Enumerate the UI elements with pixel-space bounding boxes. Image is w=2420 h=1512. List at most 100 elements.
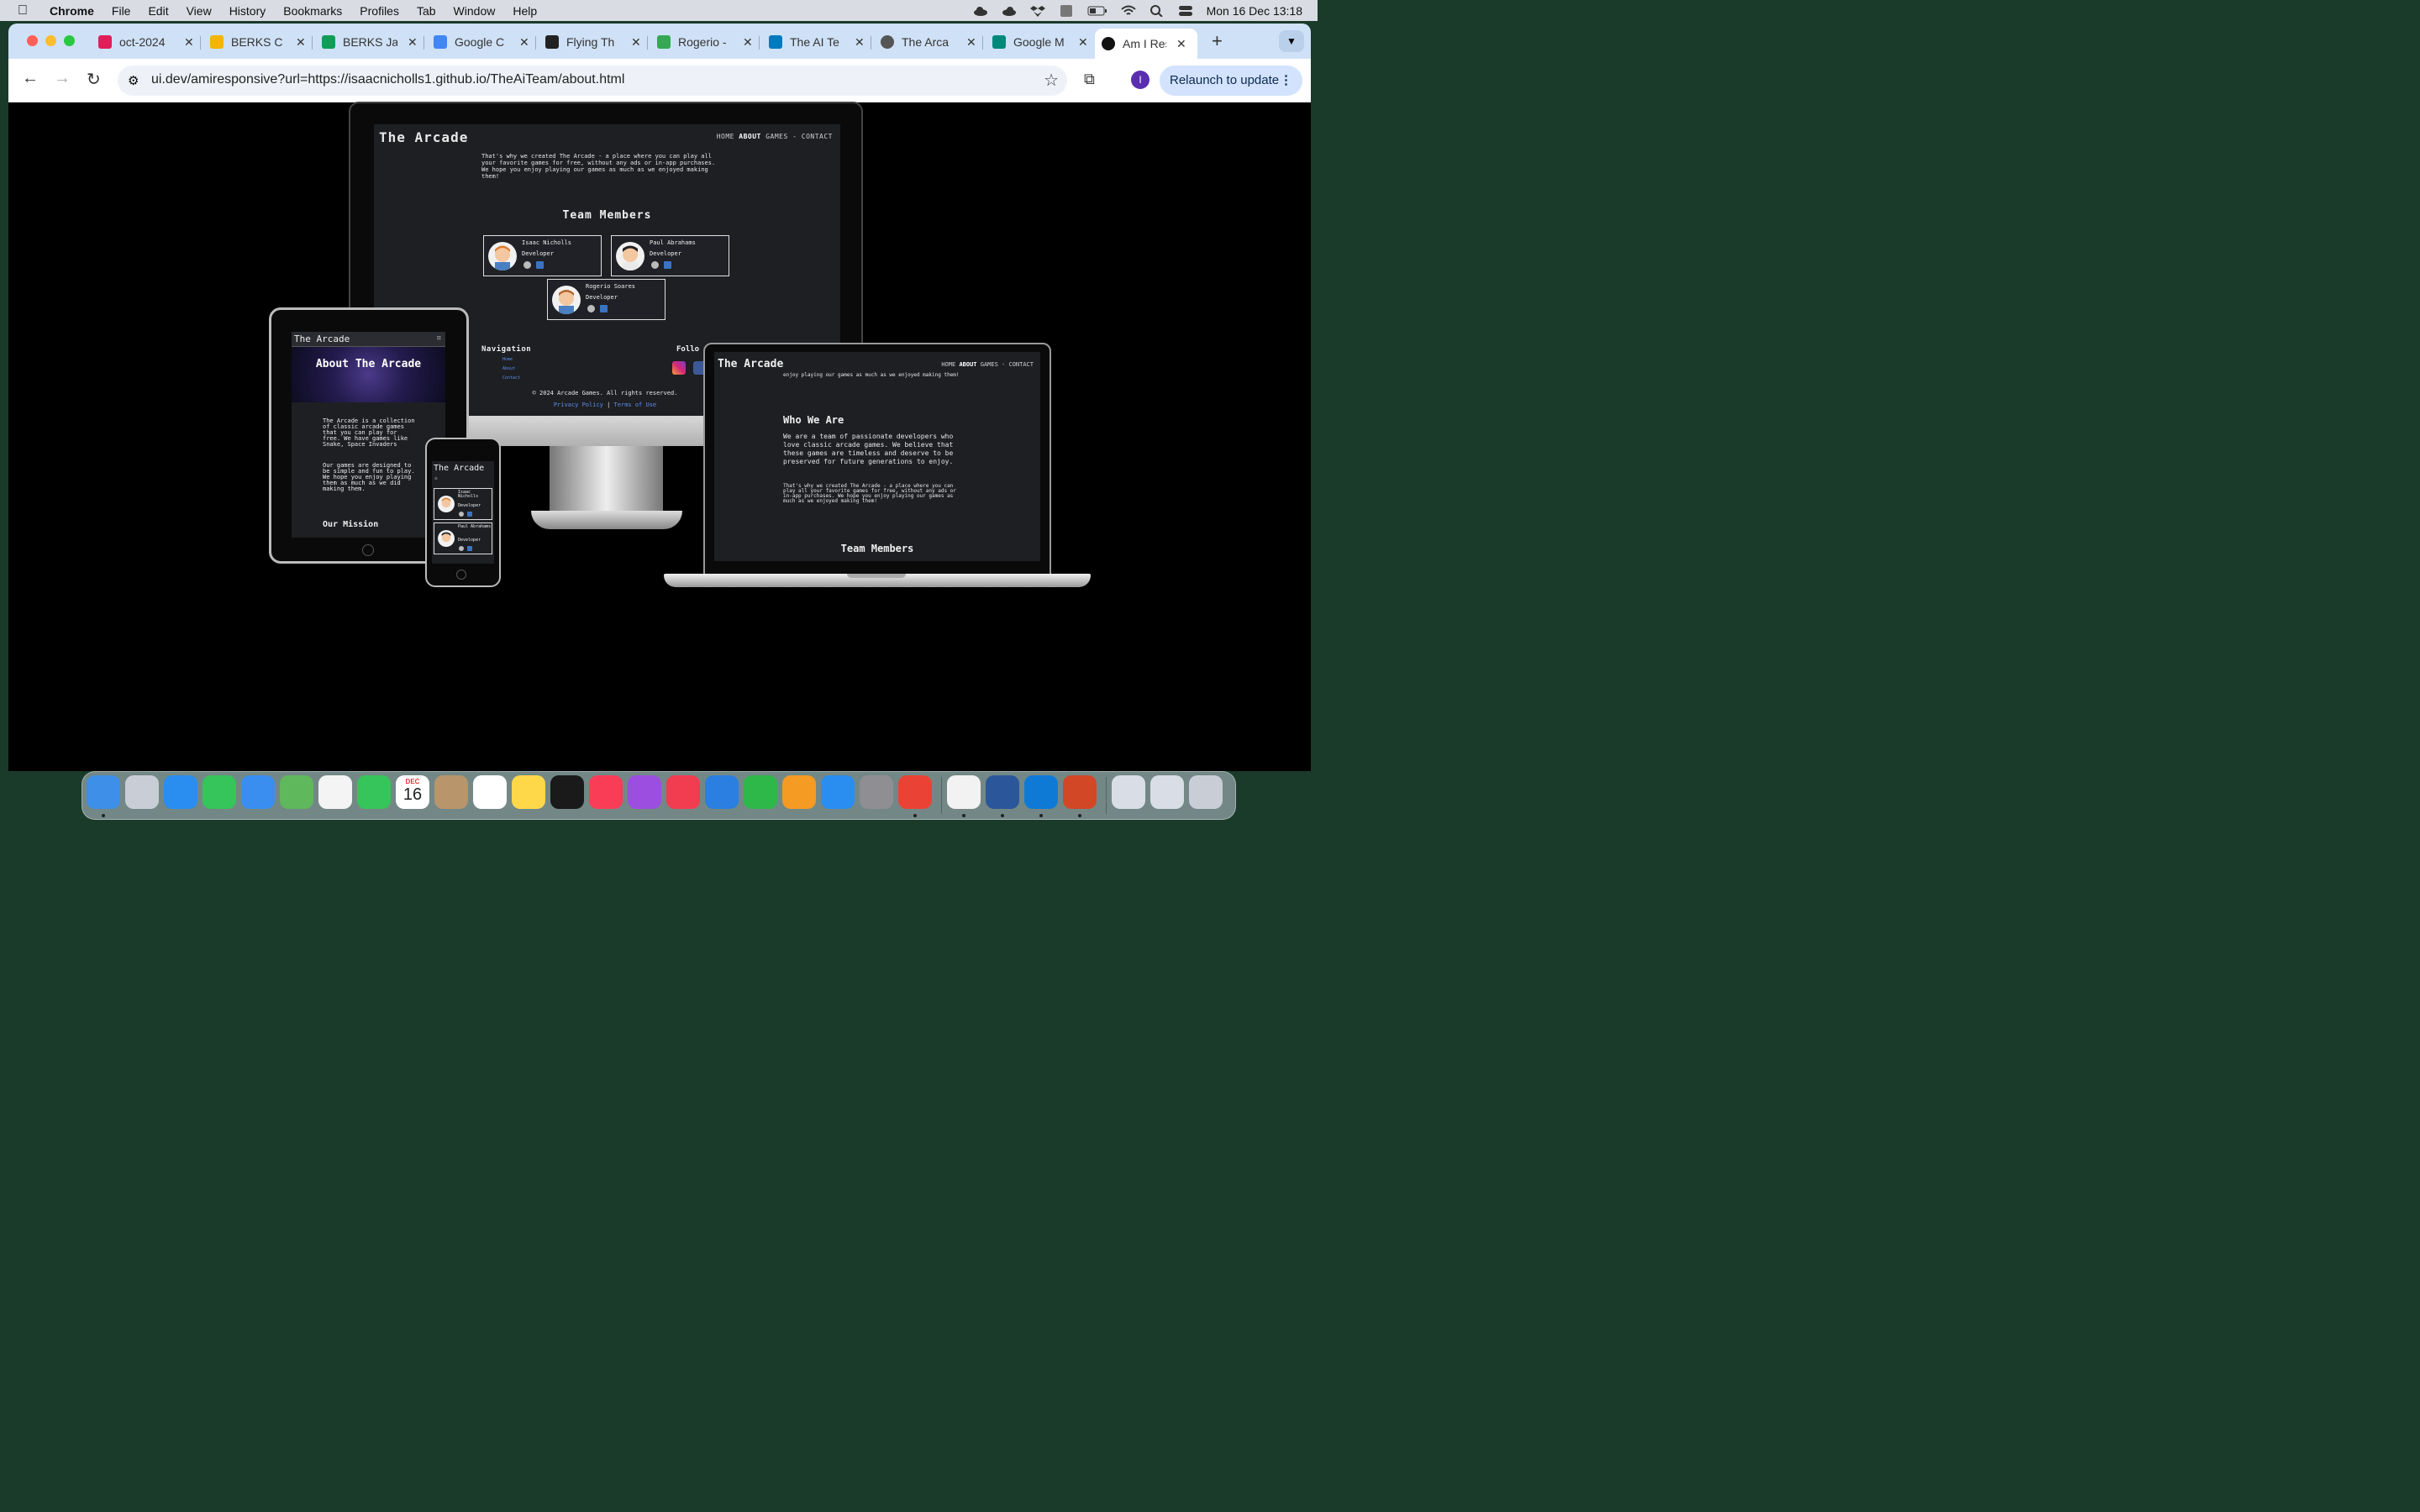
pages-icon[interactable] <box>782 775 816 809</box>
tab-google-calendar[interactable]: Google C ✕ <box>434 29 536 55</box>
linkedin-icon[interactable] <box>600 305 608 312</box>
tv-icon[interactable] <box>550 775 584 809</box>
keynote-icon[interactable] <box>705 775 739 809</box>
nav-games[interactable]: GAMES <box>981 361 998 368</box>
laptop-site-logo[interactable]: The Arcade <box>718 358 783 370</box>
powerpoint-icon[interactable] <box>1063 775 1097 809</box>
close-icon[interactable]: ✕ <box>519 35 529 50</box>
search-icon[interactable] <box>1150 4 1165 17</box>
wifi-icon[interactable] <box>1120 5 1136 17</box>
nav-home[interactable]: HOME <box>941 361 955 368</box>
site-logo[interactable]: The Arcade <box>379 129 468 145</box>
photos-icon[interactable] <box>318 775 352 809</box>
vscode-icon[interactable] <box>1024 775 1058 809</box>
instagram-icon[interactable] <box>672 361 686 375</box>
tab-the-arcade[interactable]: The Arca ✕ <box>881 29 983 55</box>
menu-edit[interactable]: Edit <box>148 4 168 18</box>
tab-rogerio[interactable]: Rogerio - ✕ <box>657 29 760 55</box>
address-bar[interactable]: ⚙ ui.dev/amiresponsive?url=https://isaac… <box>118 66 1067 96</box>
close-icon[interactable]: ✕ <box>408 35 418 50</box>
app-store-icon[interactable] <box>821 775 855 809</box>
tab-flying[interactable]: Flying Th ✕ <box>545 29 648 55</box>
menu-tab[interactable]: Tab <box>417 4 436 18</box>
close-window-button[interactable] <box>27 35 38 46</box>
url-text[interactable]: ui.dev/amiresponsive?url=https://isaacni… <box>151 72 624 87</box>
screenshot-2-icon[interactable] <box>1150 775 1184 809</box>
menu-history[interactable]: History <box>229 4 266 18</box>
news-icon[interactable] <box>666 775 700 809</box>
finder-icon[interactable] <box>87 775 120 809</box>
trash-icon[interactable] <box>1189 775 1223 809</box>
menu-file[interactable]: File <box>112 4 131 18</box>
zoom-window-button[interactable] <box>64 35 75 46</box>
back-arrow-icon[interactable]: ← <box>22 69 39 88</box>
reminders-icon[interactable] <box>473 775 507 809</box>
close-icon[interactable]: ✕ <box>296 35 306 50</box>
battery-icon[interactable] <box>1087 5 1107 17</box>
profile-avatar[interactable]: I <box>1131 71 1150 89</box>
nav-about[interactable]: ABOUT <box>959 361 976 368</box>
close-icon[interactable]: ✕ <box>184 35 194 50</box>
dropbox-icon[interactable] <box>1029 5 1045 17</box>
github-icon[interactable] <box>587 305 595 312</box>
safari-icon[interactable] <box>164 775 197 809</box>
github-icon[interactable] <box>651 261 659 269</box>
chrome-icon[interactable] <box>898 775 932 809</box>
nav-home[interactable]: HOME <box>717 133 734 140</box>
nav-games[interactable]: GAMES <box>765 133 788 140</box>
tab-google-meet[interactable]: Google M ✕ <box>992 29 1088 55</box>
footer-link-home[interactable]: Home <box>502 357 513 362</box>
privacy-policy-link[interactable]: Privacy Policy <box>554 402 603 408</box>
icloud-icon[interactable] <box>973 5 988 17</box>
menu-bookmarks[interactable]: Bookmarks <box>283 4 342 18</box>
maps-icon[interactable] <box>280 775 313 809</box>
messages-icon[interactable] <box>203 775 236 809</box>
facetime-icon[interactable] <box>357 775 391 809</box>
notes-icon[interactable] <box>512 775 545 809</box>
podcasts-icon[interactable] <box>628 775 661 809</box>
linkedin-icon[interactable] <box>664 261 671 269</box>
tab-slides[interactable]: BERKS C ✕ <box>210 29 313 55</box>
footer-link-contact[interactable]: Contact <box>502 375 520 381</box>
extensions-icon[interactable]: ⧉ <box>1084 71 1095 88</box>
menu-window[interactable]: Window <box>454 4 496 18</box>
tab-slack[interactable]: oct-2024 ✕ <box>98 29 201 55</box>
tab-search-button[interactable]: ▼ <box>1279 30 1304 52</box>
close-icon[interactable]: ✕ <box>1078 35 1088 50</box>
close-icon[interactable]: ✕ <box>966 35 976 50</box>
nav-contact[interactable]: CONTACT <box>802 133 833 140</box>
cloud-icon[interactable] <box>1002 5 1017 17</box>
site-info-icon[interactable]: ⚙ <box>128 73 139 88</box>
numbers-icon[interactable] <box>744 775 777 809</box>
footer-link-about[interactable]: About <box>502 366 515 371</box>
control-center-icon[interactable] <box>1178 5 1193 17</box>
linkedin-icon[interactable] <box>467 512 472 517</box>
tab-sheets[interactable]: BERKS Ja ✕ <box>322 29 424 55</box>
github-icon[interactable] <box>459 546 464 551</box>
menu-app-name[interactable]: Chrome <box>50 4 94 18</box>
tablet-site-logo[interactable]: The Arcade <box>294 333 350 344</box>
face-icon[interactable] <box>947 775 981 809</box>
system-settings-icon[interactable] <box>860 775 893 809</box>
close-icon[interactable]: ✕ <box>1176 37 1186 51</box>
relaunch-button[interactable]: Relaunch to update ⋮ <box>1160 66 1302 96</box>
forward-arrow-icon[interactable]: → <box>54 69 71 88</box>
tab-trello[interactable]: The AI Te ✕ <box>769 29 871 55</box>
word-icon[interactable] <box>986 775 1019 809</box>
more-menu-icon[interactable]: ⋮ <box>1280 66 1292 96</box>
phone-site-logo[interactable]: The Arcade <box>434 464 484 473</box>
close-icon[interactable]: ✕ <box>631 35 641 50</box>
terms-of-use-link[interactable]: Terms of Use <box>614 402 657 408</box>
drive-icon[interactable] <box>1059 4 1074 17</box>
nav-about[interactable]: ABOUT <box>739 133 761 140</box>
calendar-icon[interactable]: DEC 16 <box>396 775 429 809</box>
screenshot-1-icon[interactable] <box>1112 775 1145 809</box>
github-icon[interactable] <box>523 261 531 269</box>
bookmark-star-icon[interactable]: ☆ <box>1044 70 1059 91</box>
menu-profiles[interactable]: Profiles <box>360 4 399 18</box>
reload-icon[interactable]: ↻ <box>87 69 101 90</box>
hamburger-menu-icon[interactable]: ≡ <box>434 475 438 481</box>
linkedin-icon[interactable] <box>467 546 472 551</box>
minimize-window-button[interactable] <box>45 35 56 46</box>
tab-am-i-responsive[interactable]: Am I Res ✕ <box>1095 29 1197 59</box>
